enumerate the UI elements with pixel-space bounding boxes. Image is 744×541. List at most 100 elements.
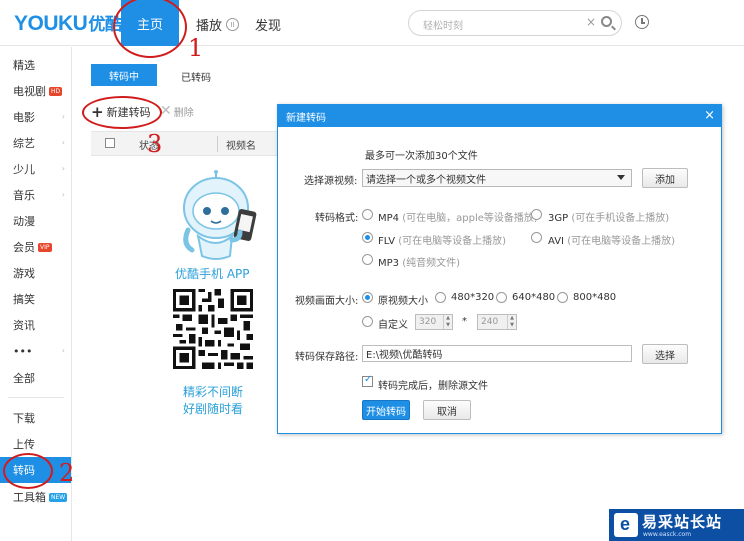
format-flv-option: FLV (可在电脑等设备上播放) bbox=[378, 232, 506, 247]
sidebar-item-label: 电影 bbox=[13, 111, 35, 124]
start-transcode-button[interactable]: 开始转码 bbox=[362, 400, 410, 420]
dialog-hint: 最多可一次添加30个文件 bbox=[365, 151, 478, 162]
format-3gp-radio[interactable] bbox=[531, 209, 542, 220]
history-clock-icon[interactable] bbox=[635, 15, 649, 29]
format-3gp-name: 3GP bbox=[548, 213, 569, 224]
sidebar-item-more[interactable]: ••• › bbox=[0, 338, 71, 364]
size-custom-label: 自定义 bbox=[378, 320, 408, 331]
chevron-right-icon: › bbox=[61, 138, 65, 147]
top-bar: YOUKU优酷 主页 播放 II 发现 轻松时刻 × bbox=[0, 0, 744, 46]
path-label: 转码保存路径: bbox=[295, 352, 359, 363]
add-button[interactable]: 添加 bbox=[642, 168, 688, 188]
mascot-robot-icon bbox=[183, 170, 257, 260]
nav-discover-tab[interactable]: 发现 bbox=[255, 15, 281, 34]
sidebar-item-anime[interactable]: 动漫 bbox=[0, 208, 71, 234]
format-flv-note: (可在电脑等设备上播放) bbox=[398, 236, 507, 247]
list-header: 状态 视频名 bbox=[91, 131, 279, 156]
sidebar-item-label: 上传 bbox=[13, 438, 35, 451]
sidebar-item-all[interactable]: 全部 bbox=[0, 365, 71, 391]
size-480x320-radio[interactable] bbox=[435, 292, 446, 303]
source-select-value: 请选择一个或多个视频文件 bbox=[366, 174, 486, 186]
size-800x480-label: 800*480 bbox=[573, 292, 617, 303]
format-flv-radio[interactable] bbox=[362, 232, 373, 243]
search-input[interactable]: 轻松时刻 bbox=[423, 17, 463, 32]
format-mp3-radio[interactable] bbox=[362, 254, 373, 265]
sidebar-item-label: 游戏 bbox=[13, 267, 35, 280]
mobile-app-title: 优酷手机 APP bbox=[175, 267, 250, 281]
nav-play-label: 播放 bbox=[196, 19, 223, 34]
clear-search-icon[interactable]: × bbox=[586, 15, 596, 29]
nav-play-tab[interactable]: 播放 II bbox=[196, 15, 240, 34]
sidebar-divider bbox=[8, 397, 64, 398]
sidebar-item-download[interactable]: 下载 bbox=[0, 405, 71, 431]
sidebar-item-label: 资讯 bbox=[13, 319, 35, 332]
source-video-select[interactable]: 请选择一个或多个视频文件 bbox=[362, 169, 632, 187]
dialog-titlebar[interactable]: 新建转码 × bbox=[278, 105, 721, 127]
sidebar-item-label: 搞笑 bbox=[13, 293, 35, 306]
stepper-arrows-icon[interactable]: ▲ ▼ bbox=[443, 315, 452, 329]
format-mp3-name: MP3 bbox=[378, 258, 400, 269]
stepper-arrows-icon[interactable]: ▲ ▼ bbox=[507, 315, 516, 329]
size-800x480-radio[interactable] bbox=[557, 292, 568, 303]
annotation-number-2: 2 bbox=[59, 459, 75, 487]
format-avi-radio[interactable] bbox=[531, 232, 542, 243]
sidebar-item-games[interactable]: 游戏 bbox=[0, 260, 71, 286]
annotation-number-1: 1 bbox=[188, 34, 204, 62]
annotation-ring-home bbox=[113, 0, 187, 58]
save-path-field[interactable]: E:\视频\优酷转码 bbox=[362, 345, 632, 362]
tab-transcoding[interactable]: 转码中 bbox=[91, 64, 157, 86]
format-mp4-radio[interactable] bbox=[362, 209, 373, 220]
format-flv-name: FLV bbox=[378, 236, 396, 247]
search-box[interactable]: 轻松时刻 × bbox=[408, 10, 622, 36]
format-avi-name: AVI bbox=[548, 236, 564, 247]
chevron-right-icon: › bbox=[61, 164, 65, 173]
search-icon[interactable] bbox=[601, 16, 612, 27]
delete-source-label: 转码完成后，删除源文件 bbox=[378, 381, 488, 392]
custom-height-value: 240 bbox=[481, 317, 499, 327]
watermark-logo-icon bbox=[614, 513, 638, 537]
sidebar-item-music[interactable]: 音乐 › bbox=[0, 182, 71, 208]
custom-width-stepper[interactable]: 320 ▲ ▼ bbox=[415, 314, 453, 330]
dialog-close-icon[interactable]: × bbox=[704, 108, 715, 123]
sidebar-item-vip[interactable]: 会员 VIP bbox=[0, 234, 71, 260]
sidebar-item-featured[interactable]: 精选 bbox=[0, 52, 71, 78]
tagline-1: 精彩不间断 bbox=[183, 385, 244, 399]
format-3gp-note: (可在手机设备上播放) bbox=[571, 213, 670, 224]
sidebar-item-label: 全部 bbox=[13, 372, 35, 385]
size-480x320-label: 480*320 bbox=[451, 292, 495, 303]
annotation-number-3: 3 bbox=[147, 130, 163, 158]
delete-label: 删除 bbox=[173, 108, 194, 119]
watermark-url: www.easck.com bbox=[643, 531, 692, 538]
sidebar-item-news[interactable]: 资讯 bbox=[0, 312, 71, 338]
column-video-name[interactable]: 视频名 bbox=[226, 137, 256, 152]
cancel-button[interactable]: 取消 bbox=[423, 400, 471, 420]
select-all-checkbox[interactable] bbox=[105, 138, 115, 148]
custom-height-stepper[interactable]: 240 ▲ ▼ bbox=[477, 314, 517, 330]
browse-button[interactable]: 选择 bbox=[642, 344, 688, 364]
sidebar-item-funny[interactable]: 搞笑 bbox=[0, 286, 71, 312]
size-original-label: 原视频大小 bbox=[378, 296, 428, 307]
sidebar-item-movie[interactable]: 电影 › bbox=[0, 104, 71, 130]
format-mp4-note: (可在电脑，apple等设备播放) bbox=[402, 213, 538, 224]
format-mp4-option: MP4 (可在电脑，apple等设备播放) bbox=[378, 209, 538, 224]
sidebar-item-tv[interactable]: 电视剧 HD bbox=[0, 78, 71, 104]
youku-logo[interactable]: YOUKU优酷 bbox=[14, 10, 122, 36]
size-original-radio[interactable] bbox=[362, 292, 373, 303]
dialog-title: 新建转码 bbox=[286, 112, 326, 124]
hd-badge: HD bbox=[49, 86, 63, 96]
sidebar-item-label: 少儿 bbox=[13, 163, 35, 176]
format-3gp-option: 3GP (可在手机设备上播放) bbox=[548, 209, 669, 224]
sidebar-item-variety[interactable]: 综艺 › bbox=[0, 130, 71, 156]
delete-source-checkbox[interactable] bbox=[362, 374, 373, 387]
format-mp4-name: MP4 bbox=[378, 213, 400, 224]
size-640x480-radio[interactable] bbox=[496, 292, 507, 303]
play-badge-icon: II bbox=[226, 18, 240, 31]
column-divider bbox=[217, 136, 218, 152]
delete-button[interactable]: ✕ 删除 bbox=[160, 104, 194, 119]
format-mp3-note: (纯音频文件) bbox=[402, 258, 461, 269]
sidebar-item-kids[interactable]: 少儿 › bbox=[0, 156, 71, 182]
annotation-ring-new-transcode bbox=[82, 96, 162, 129]
size-custom-radio[interactable] bbox=[362, 316, 373, 327]
tab-transcoded[interactable]: 已转码 bbox=[181, 69, 211, 84]
save-path-value: E:\视频\优酷转码 bbox=[366, 350, 443, 361]
